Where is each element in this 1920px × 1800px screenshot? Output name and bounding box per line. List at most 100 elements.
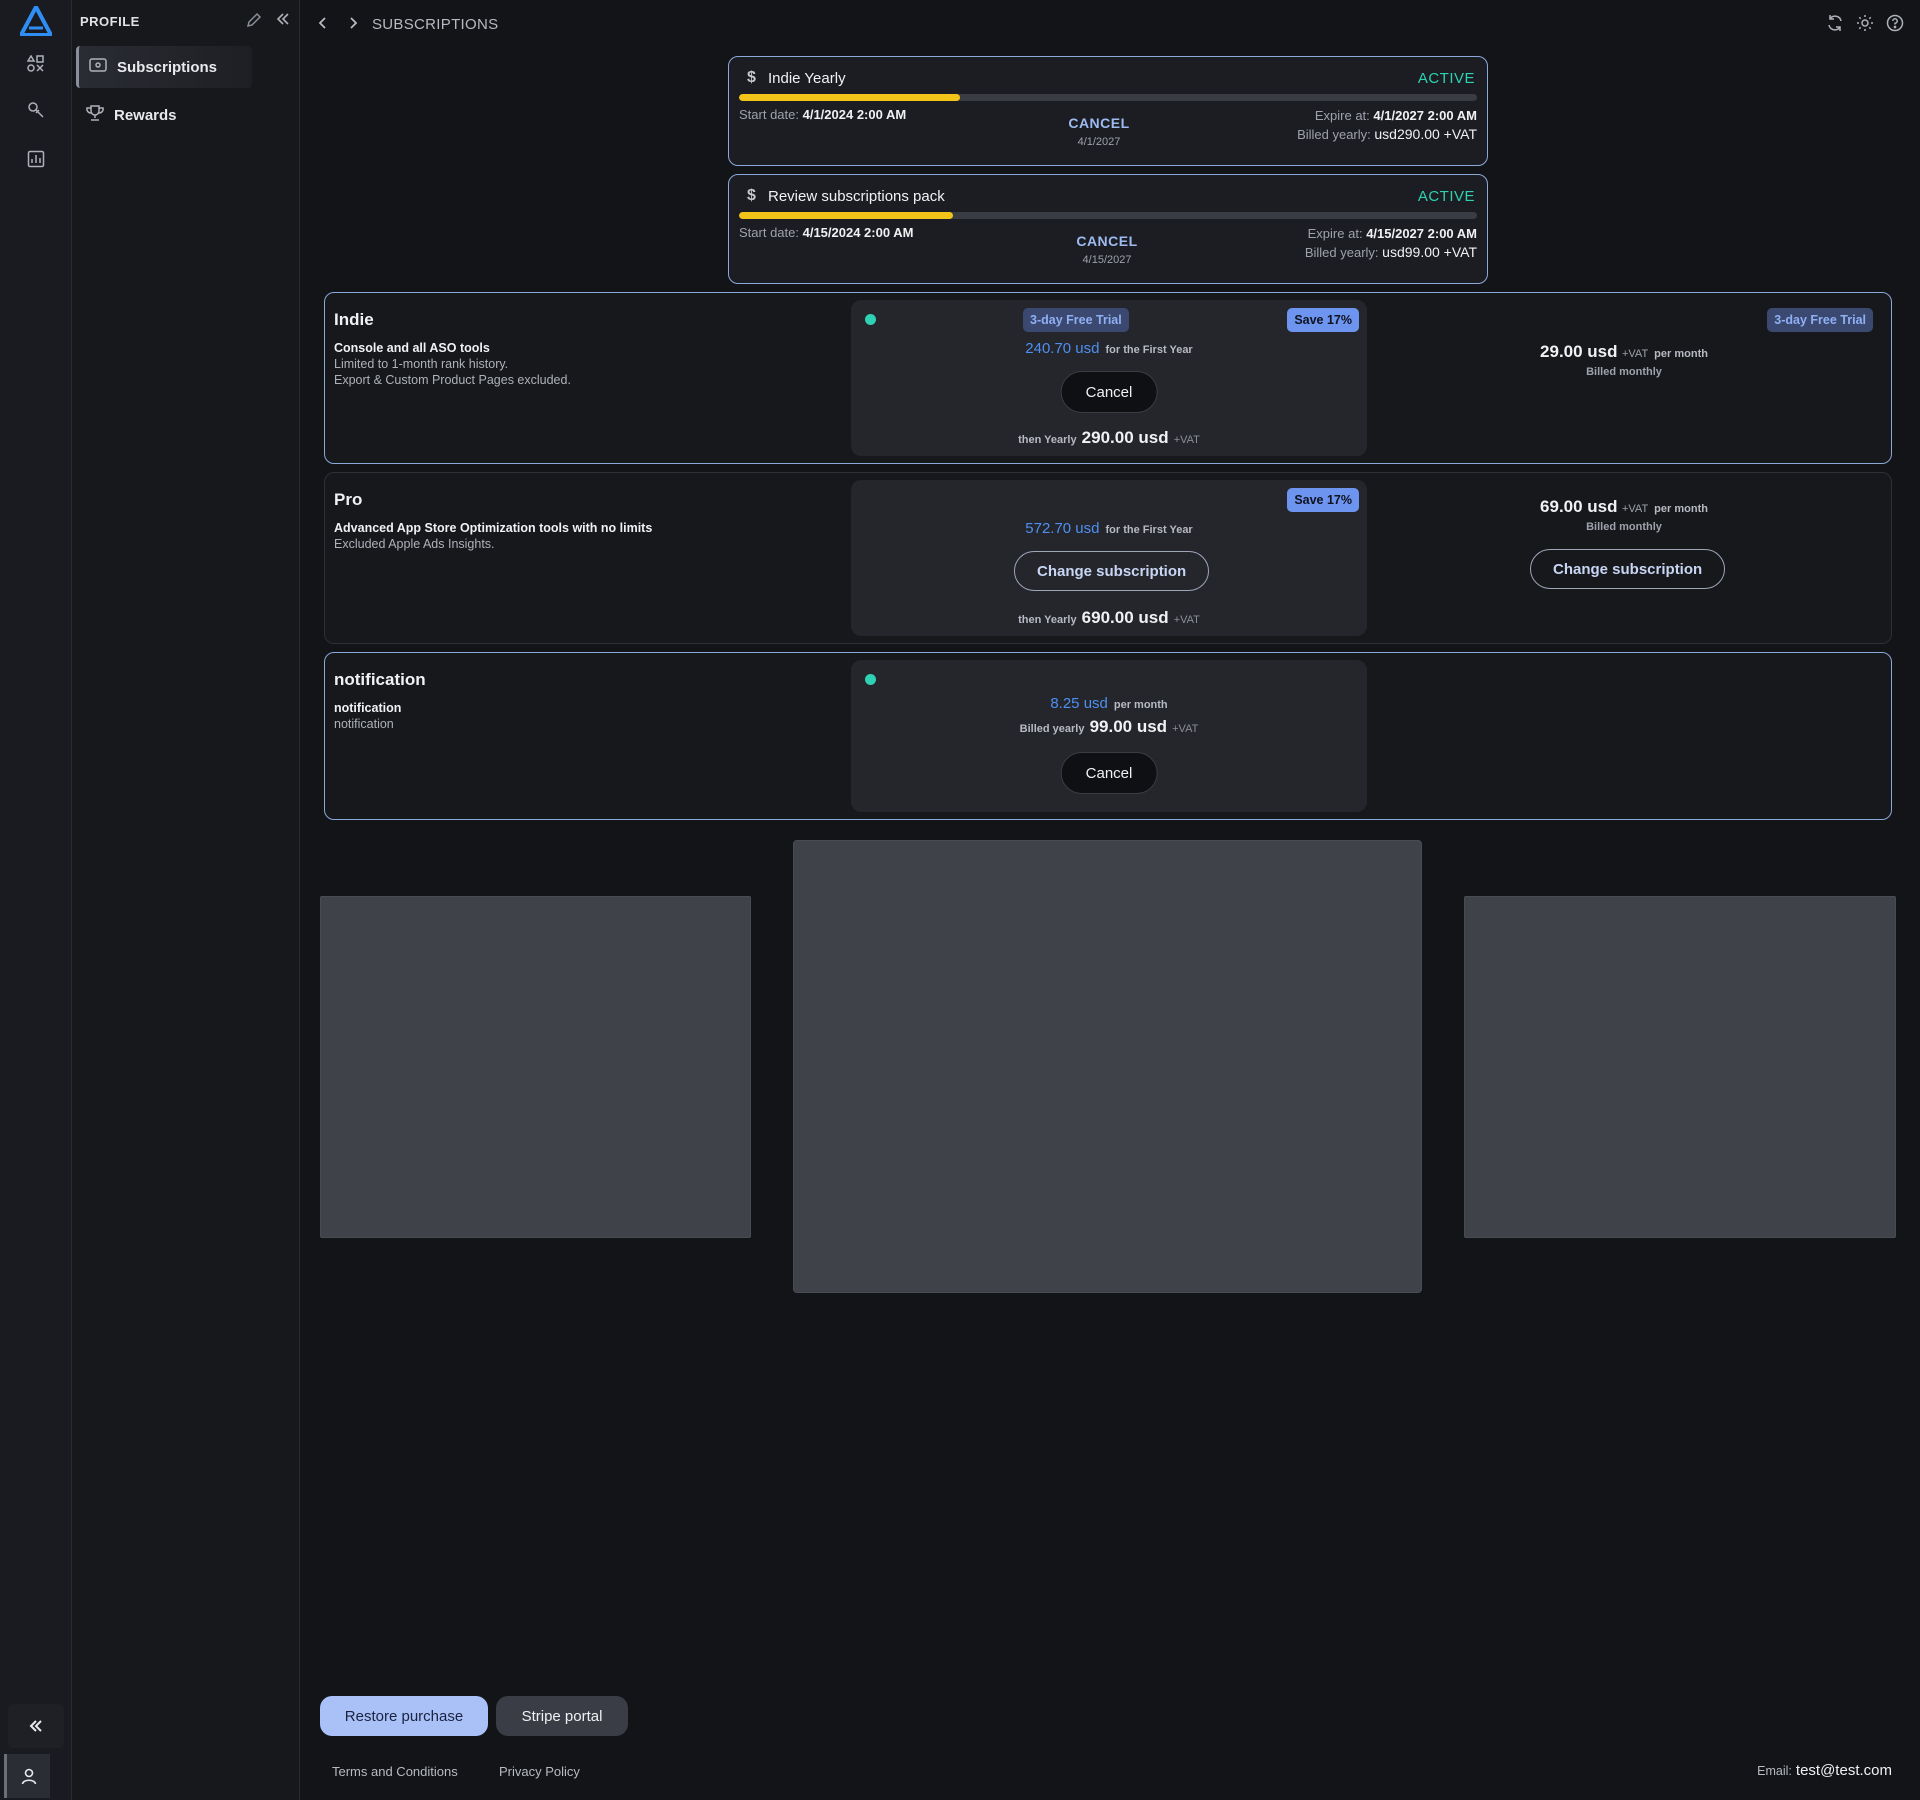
- cancel-date: 4/15/2027: [1082, 254, 1132, 266]
- stripe-portal-button[interactable]: Stripe portal: [496, 1696, 628, 1736]
- selected-indicator-icon: [865, 674, 876, 685]
- expire-value: 4/1/2027 2:00 AM: [1373, 108, 1477, 123]
- plan-title: notification: [334, 670, 426, 689]
- vat-label: +VAT: [1621, 503, 1649, 515]
- cancel-date: 4/1/2027: [1077, 136, 1121, 148]
- top-header: SUBSCRIPTIONS: [300, 0, 1920, 50]
- billed-value: usd290.00 +VAT: [1374, 126, 1477, 142]
- per-month-label: per month: [1113, 699, 1168, 711]
- trial-badge: 3-day Free Trial: [1767, 308, 1873, 332]
- account-email: Email: test@test.com: [1757, 1762, 1892, 1779]
- collapse-sidebar-icon[interactable]: [276, 12, 290, 31]
- then-amount: 290.00 usd: [1081, 428, 1169, 447]
- user-icon[interactable]: [4, 1754, 50, 1798]
- monthly-amount: 69.00 usd: [1540, 497, 1618, 516]
- breadcrumb: SUBSCRIPTIONS: [372, 16, 499, 33]
- save-badge: Save 17%: [1287, 488, 1359, 512]
- plan-row-pro: Pro Advanced App Store Optimization tool…: [324, 472, 1892, 644]
- help-icon[interactable]: [1886, 14, 1904, 37]
- email-value: test@test.com: [1795, 1762, 1892, 1779]
- monthly-option: 69.00 usd +VAT per month Billed monthly: [1494, 497, 1754, 533]
- plan-title: Indie: [334, 310, 374, 329]
- expire-label: Expire at:: [1307, 226, 1363, 241]
- cancel-group: CANCEL 4/15/2027: [1047, 233, 1167, 266]
- progress-fill: [739, 94, 961, 101]
- start-date-value: 4/15/2024 2:00 AM: [802, 225, 914, 240]
- icon-rail: [0, 0, 72, 1800]
- terms-link[interactable]: Terms and Conditions: [332, 1764, 458, 1779]
- start-date-label: Start date:: [739, 107, 799, 122]
- subscription-name: Indie Yearly: [768, 70, 846, 87]
- loading-placeholder: [793, 840, 1422, 1293]
- privacy-link[interactable]: Privacy Policy: [499, 1764, 580, 1779]
- chart-icon[interactable]: [22, 145, 50, 173]
- sidebar-item-label: Rewards: [114, 106, 177, 124]
- plan-limitation: Excluded Apple Ads Insights.: [334, 537, 495, 551]
- vat-label: +VAT: [1621, 348, 1649, 360]
- first-year-price: 572.70 usd for the First Year: [851, 520, 1367, 537]
- chevron-left-icon[interactable]: [318, 16, 328, 35]
- edit-icon[interactable]: [246, 12, 262, 33]
- vat-label: +VAT: [1172, 723, 1199, 735]
- dollar-icon: $: [747, 69, 756, 86]
- plan-limitation: notification: [334, 717, 394, 731]
- cancel-subscription-link[interactable]: CANCEL: [1047, 233, 1167, 249]
- billed-prefix: Billed yearly: [1019, 723, 1085, 735]
- expiry-info: Expire at: 4/15/2027 2:00 AM Billed year…: [1305, 225, 1477, 262]
- shapes-icon[interactable]: [22, 50, 50, 78]
- start-date: Start date: 4/15/2024 2:00 AM: [739, 225, 913, 240]
- cancel-group: CANCEL 4/1/2027: [1039, 115, 1159, 148]
- plan-title: Pro: [334, 490, 363, 509]
- gear-icon[interactable]: [1856, 14, 1874, 37]
- plan-limitation: Limited to 1-month rank history.: [334, 357, 509, 371]
- refresh-icon[interactable]: [1826, 14, 1844, 37]
- cancel-button[interactable]: Cancel: [1060, 371, 1158, 413]
- then-prefix: then Yearly: [1018, 614, 1077, 626]
- profile-sidebar: PROFILE Subscriptions Rewards: [72, 0, 300, 1800]
- plan-limitation: Export & Custom Product Pages excluded.: [334, 373, 571, 387]
- yearly-option: Save 17% 572.70 usd for the First Year Ch…: [851, 480, 1367, 636]
- collapse-rail-button[interactable]: [8, 1704, 64, 1748]
- tools-icon[interactable]: [22, 96, 50, 124]
- billed-monthly-label: Billed monthly: [1586, 521, 1662, 533]
- per-month-label: per month: [1654, 348, 1708, 360]
- sidebar-item-label: Subscriptions: [117, 58, 218, 76]
- first-year-amount: 572.70 usd: [1025, 520, 1100, 537]
- subscription-name: Review subscriptions pack: [768, 188, 945, 205]
- subscription-progress-bar: [739, 94, 1477, 101]
- subscription-progress-bar: [739, 212, 1477, 219]
- cancel-button[interactable]: Cancel: [1060, 752, 1158, 794]
- change-subscription-button[interactable]: Change subscription: [1530, 549, 1726, 589]
- sidebar-item-rewards[interactable]: Rewards: [76, 94, 252, 136]
- sidebar-item-subscriptions[interactable]: Subscriptions: [76, 46, 252, 88]
- chevron-right-icon[interactable]: [348, 16, 358, 35]
- monthly-option: 29.00 usd +VAT per month Billed monthly: [1494, 342, 1754, 378]
- cancel-subscription-link[interactable]: CANCEL: [1039, 115, 1159, 131]
- loading-placeholder: [320, 896, 751, 1238]
- loading-placeholder: [1464, 896, 1896, 1238]
- app-logo-icon[interactable]: [19, 5, 53, 37]
- vat-label: +VAT: [1173, 434, 1200, 446]
- dollar-icon: $: [747, 187, 756, 204]
- first-year-amount: 240.70 usd: [1025, 340, 1100, 357]
- trophy-icon: [86, 105, 104, 125]
- plan-description: Advanced App Store Optimization tools wi…: [334, 521, 653, 535]
- start-date-value: 4/1/2024 2:00 AM: [802, 107, 907, 122]
- expire-value: 4/15/2027 2:00 AM: [1366, 226, 1477, 241]
- billed-label: Billed yearly:: [1304, 245, 1379, 260]
- expire-label: Expire at:: [1314, 108, 1370, 123]
- status-badge: ACTIVE: [1417, 188, 1475, 205]
- progress-fill: [739, 212, 954, 219]
- billed-label: Billed yearly:: [1297, 127, 1371, 142]
- yearly-option: 8.25 usd per month Billed yearly 99.00 us…: [851, 660, 1367, 812]
- change-subscription-button[interactable]: Change subscription: [1014, 551, 1210, 591]
- then-prefix: then Yearly: [1018, 434, 1077, 446]
- billed-amount: 99.00 usd: [1089, 717, 1168, 736]
- billed-yearly-price: Billed yearly 99.00 usd +VAT: [851, 717, 1367, 737]
- billed-value: usd99.00 +VAT: [1382, 244, 1477, 260]
- email-label: Email:: [1757, 1764, 1792, 1778]
- save-badge: Save 17%: [1287, 308, 1359, 332]
- sidebar-title: PROFILE: [80, 14, 140, 29]
- restore-purchase-button[interactable]: Restore purchase: [320, 1696, 488, 1736]
- per-month-label: per month: [1654, 503, 1708, 515]
